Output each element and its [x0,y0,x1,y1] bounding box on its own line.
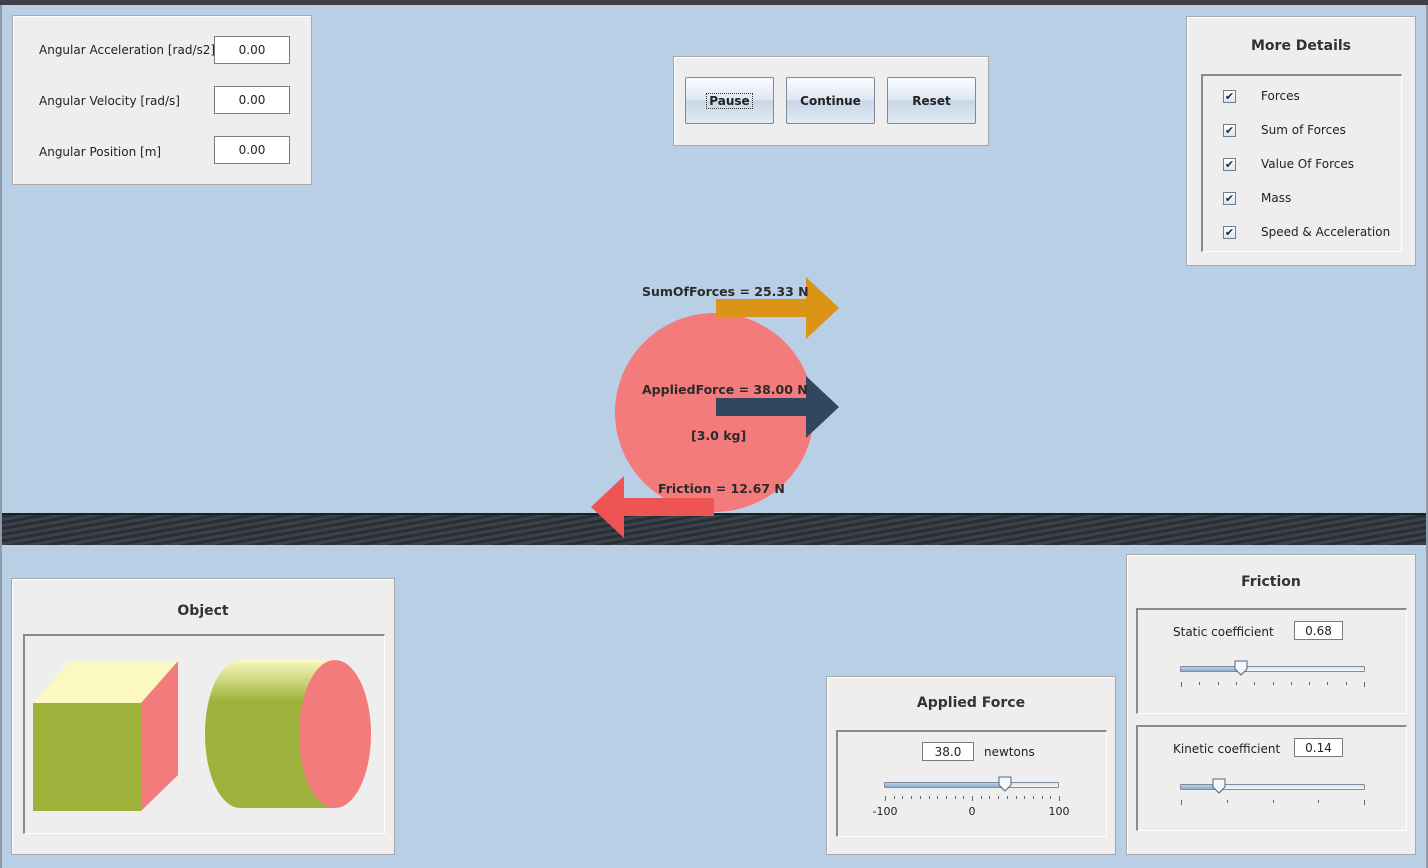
more-details-panel: More Details ✔ Forces ✔ Sum of Forces ✔ … [1186,16,1416,266]
slider-tick [1041,796,1043,799]
kinetic-coefficient-label: Kinetic coefficient [1173,742,1281,756]
applied-force-slider-fill [885,783,1005,787]
pause-button[interactable]: Pause [685,77,774,124]
applied-force-slider-thumb[interactable] [998,776,1012,792]
forces-checkbox-label: Forces [1261,89,1300,103]
slider-tick [1015,796,1017,799]
slider-tick [1059,796,1060,801]
sum-of-forces-checkbox[interactable]: ✔ [1223,124,1236,137]
pause-button-label: Pause [706,92,753,109]
slider-tick [1309,682,1311,685]
slider-tick [911,796,913,799]
applied-force-field[interactable] [922,742,974,761]
mass-checkbox[interactable]: ✔ [1223,192,1236,205]
continue-button[interactable]: Continue [786,77,875,124]
static-coefficient-slider-fill [1181,667,1242,671]
angular-velocity-label: Angular Velocity [rad/s] [39,94,180,108]
kinetic-coefficient-box: Kinetic coefficient [1136,725,1407,831]
slider-tick [1199,682,1201,685]
friction-title: Friction [1241,574,1301,590]
mass-text: [3.0 kg] [691,428,747,443]
applied-force-title: Applied Force [916,695,1026,711]
details-checkbox-group: ✔ Forces ✔ Sum of Forces ✔ Value Of Forc… [1201,74,1402,252]
slider-tick [902,796,904,799]
sum-of-forces-text: SumOfForces = 25.33 N [642,284,809,299]
static-coefficient-slider-track[interactable] [1180,666,1365,672]
slider-tick [1290,682,1292,685]
slider-tick [989,796,991,799]
friction-text: Friction = 12.67 N [658,481,785,496]
slider-tick [1364,800,1365,805]
slider-tick [1226,800,1228,803]
slider-tick [1327,682,1329,685]
slider-tick [1254,682,1256,685]
slider-tick [1050,796,1052,799]
angular-readouts-panel: Angular Acceleration [rad/s2] Angular Ve… [12,15,312,185]
applied-force-text: AppliedForce = 38.00 N [642,382,808,397]
slider-tick [1235,682,1237,685]
slider-tick [963,796,965,799]
slider-tick [998,796,1000,799]
cube-icon[interactable] [33,661,181,813]
slider-tick [945,796,947,799]
friction-panel: Friction Static coefficient Kinetic coef… [1126,554,1416,855]
slider-tick [1364,682,1365,687]
slider-tick [1217,682,1219,685]
value-of-forces-checkbox[interactable]: ✔ [1223,158,1236,171]
mass-checkbox-label: Mass [1261,191,1292,205]
slider-tick [1024,796,1026,799]
object-panel: Object [11,578,395,855]
window-top-bar [0,0,1428,5]
angular-acceleration-label: Angular Acceleration [rad/s2] [39,43,216,57]
slider-tick [1272,800,1274,803]
static-coefficient-label: Static coefficient [1173,625,1274,639]
slider-tick [1272,682,1274,685]
control-buttons-panel: Pause Continue Reset [673,56,989,146]
object-shapes-box [23,634,385,834]
slider-tick [954,796,956,799]
cylinder-icon[interactable] [205,658,377,812]
slider-tick [1345,682,1347,685]
kinetic-coefficient-slider-track[interactable] [1180,784,1365,790]
applied-force-controls-box: newtons -100 0 100 [836,730,1107,837]
slider-tick [885,796,886,801]
slider-tick [928,796,930,799]
reset-button[interactable]: Reset [887,77,976,124]
angular-position-field[interactable] [214,136,290,164]
kinetic-coefficient-field[interactable] [1294,738,1343,757]
slider-tick [937,796,939,799]
slider-tick [1032,796,1034,799]
angular-position-label: Angular Position [m] [39,145,162,159]
forces-checkbox[interactable]: ✔ [1223,90,1236,103]
object-title: Object [177,603,229,619]
slider-tick [1181,800,1182,805]
applied-force-slider-track[interactable] [884,782,1059,788]
slider-tick [919,796,921,799]
static-coefficient-box: Static coefficient [1136,608,1407,714]
slider-tick [980,796,982,799]
applied-force-tick-max: 100 [1048,805,1070,818]
slider-tick [1006,796,1008,799]
kinetic-coefficient-slider-thumb[interactable] [1212,778,1226,794]
slider-tick [1318,800,1320,803]
applied-force-unit: newtons [984,745,1035,759]
value-of-forces-checkbox-label: Value Of Forces [1261,157,1354,171]
angular-velocity-field[interactable] [214,86,290,114]
applied-force-panel: Applied Force newtons -100 0 100 [826,676,1116,855]
static-coefficient-slider-thumb[interactable] [1234,660,1248,676]
static-coefficient-field[interactable] [1294,621,1343,640]
slider-tick [972,796,973,801]
angular-acceleration-field[interactable] [214,36,290,64]
speed-acceleration-checkbox-label: Speed & Acceleration [1261,225,1391,239]
slider-tick [893,796,895,799]
slider-tick [1181,682,1182,687]
window-left-edge [0,5,2,868]
speed-acceleration-checkbox[interactable]: ✔ [1223,226,1236,239]
applied-force-tick-mid: 0 [968,805,976,818]
sum-of-forces-checkbox-label: Sum of Forces [1261,123,1346,137]
applied-force-tick-min: -100 [872,805,898,818]
more-details-title: More Details [1250,38,1351,54]
